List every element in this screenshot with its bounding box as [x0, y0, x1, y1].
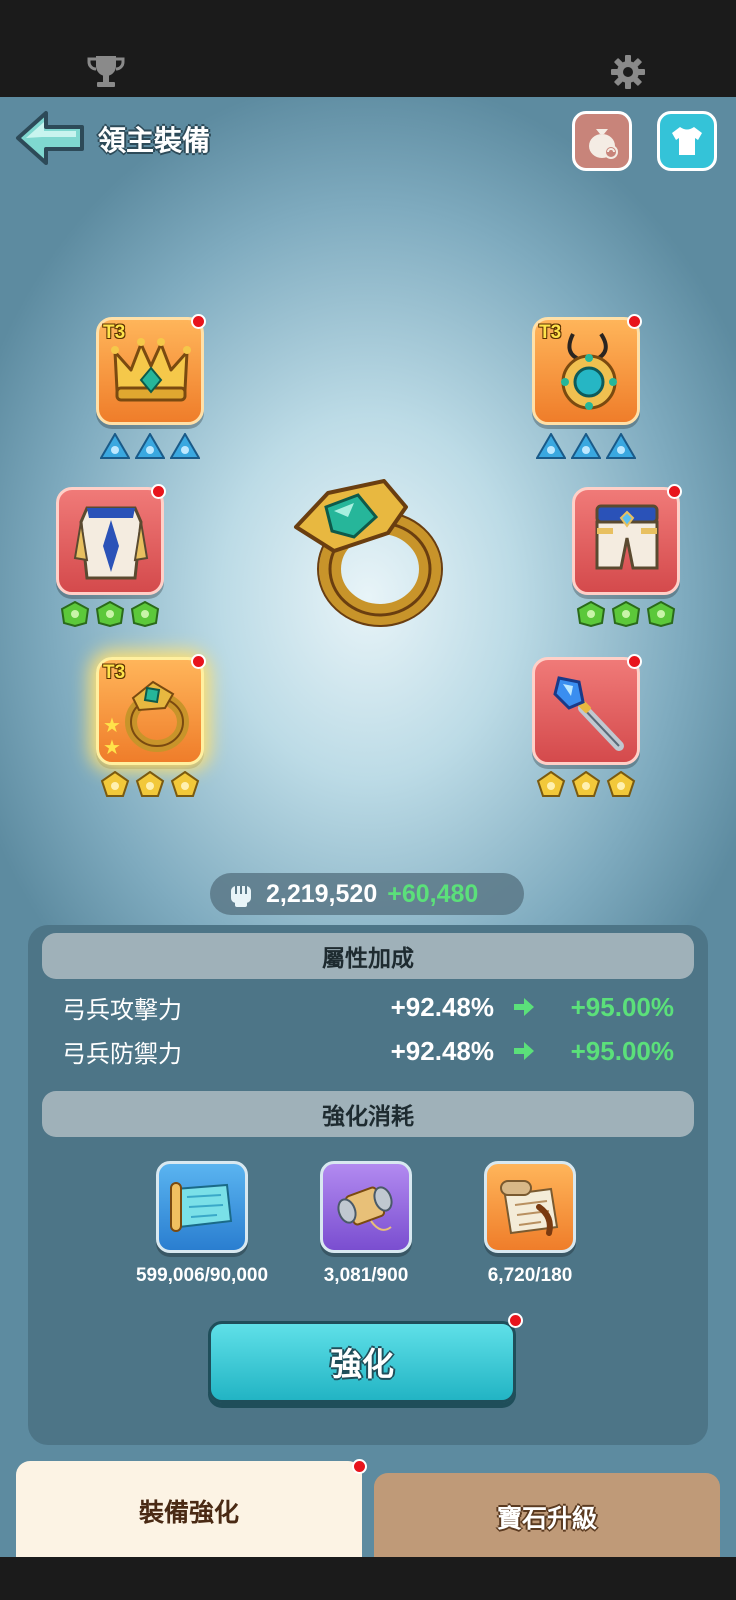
navigation-bar [0, 1557, 736, 1600]
header: 領主裝備 [0, 97, 736, 187]
tab-gem-upgrade[interactable]: 寶石升級 [374, 1473, 720, 1557]
pants-icon [595, 504, 659, 570]
equipment-screen: 領主裝備 T3 T3 T3 ★ ★ 2,219,520 +60,480 屬性加成… [0, 97, 736, 1557]
alert-dot [151, 484, 166, 499]
yellow-gem-icon [536, 771, 566, 797]
alert-dot [191, 654, 206, 669]
yellow-gem-icon [606, 771, 636, 797]
status-bar [0, 0, 736, 97]
gear-icon[interactable] [610, 54, 646, 90]
yellow-gem-icon [170, 771, 200, 797]
tier-badge: T3 [103, 322, 126, 343]
alert-dot [508, 1313, 523, 1328]
bag-icon [589, 129, 618, 159]
selected-ring-icon [294, 479, 443, 627]
blue-gem-icon [135, 433, 165, 459]
attribute-next: +95.00% [570, 991, 674, 1022]
cost-quantity: 6,720/180 [487, 1265, 573, 1286]
thread-spool-icon [320, 1161, 412, 1253]
scepter-gem-sockets [536, 771, 636, 797]
green-gem-icon [130, 601, 160, 627]
attribute-name: 弓兵攻擊力 [62, 996, 182, 1024]
trophy-icon[interactable] [86, 54, 126, 90]
tier-badge: T3 [539, 322, 562, 343]
fist-icon [231, 886, 251, 907]
yellow-gem-icon [100, 771, 130, 797]
yellow-gem-icon [571, 771, 601, 797]
alert-dot [191, 314, 206, 329]
attribute-next: +95.00% [570, 1035, 674, 1066]
cost-quantity: 599,006/90,000 [135, 1265, 269, 1286]
arrow-right-icon [494, 997, 554, 1017]
alert-dot [627, 314, 642, 329]
page-title: 領主裝備 [98, 125, 211, 156]
enhance-panel: 屬性加成 弓兵攻擊力 +92.48% +95.00% 弓兵防禦力 +92.48%… [28, 925, 708, 1445]
blue-gem-icon [606, 433, 636, 459]
attribute-current: +92.48% [390, 1035, 494, 1066]
crown-gem-sockets [100, 433, 200, 459]
tier-badge: T3 [103, 662, 126, 683]
cost-item[interactable]: 6,720/180 [450, 1161, 610, 1287]
enhance-button[interactable]: 強化 [208, 1321, 516, 1403]
power-value: 2,219,520 [266, 879, 378, 908]
cost-quantity: 3,081/900 [323, 1265, 409, 1286]
pants-gem-sockets [576, 601, 676, 627]
crown-slot[interactable]: T3 [96, 314, 206, 425]
alert-dot [352, 1459, 367, 1474]
attribute-current: +92.48% [390, 991, 494, 1022]
armor-gem-sockets [60, 601, 160, 627]
cost-item[interactable]: 3,081/900 [286, 1161, 446, 1287]
scepter-slot[interactable] [532, 654, 642, 765]
pants-slot[interactable] [572, 484, 682, 595]
resource-bag-button[interactable] [572, 111, 632, 171]
amulet-slot[interactable]: T3 [532, 314, 642, 425]
alert-dot [627, 654, 642, 669]
blue-gem-icon [100, 433, 130, 459]
alert-dot [667, 484, 682, 499]
armor-slot[interactable] [56, 484, 166, 595]
ring-gem-sockets [100, 771, 200, 797]
yellow-gem-icon [135, 771, 165, 797]
green-gem-icon [576, 601, 606, 627]
cost-header: 強化消耗 [42, 1091, 694, 1137]
outfit-button[interactable] [657, 111, 717, 171]
green-gem-icon [646, 601, 676, 627]
blue-gem-icon [571, 433, 601, 459]
power-delta: +60,480 [387, 879, 479, 908]
back-arrow-icon[interactable] [14, 109, 86, 167]
scepter-icon [553, 676, 624, 751]
shirt-icon [672, 127, 702, 155]
design-map-icon [484, 1161, 576, 1253]
arrow-right-icon [494, 1041, 554, 1061]
blueprint-scroll-icon [156, 1161, 248, 1253]
green-gem-icon [95, 601, 125, 627]
attribute-name: 弓兵防禦力 [62, 1040, 182, 1068]
attribute-row: 弓兵攻擊力 +92.48% +95.00% [62, 987, 674, 1027]
amulet-gem-sockets [536, 433, 636, 459]
armor-icon [73, 506, 149, 580]
attributes-header: 屬性加成 [42, 933, 694, 979]
blue-gem-icon [536, 433, 566, 459]
attribute-row: 弓兵防禦力 +92.48% +95.00% [62, 1031, 674, 1071]
cost-item[interactable]: 599,006/90,000 [122, 1161, 282, 1287]
ring-slot[interactable]: T3 ★ ★ [96, 654, 206, 765]
combat-power: 2,219,520 +60,480 [210, 873, 524, 915]
blue-gem-icon [170, 433, 200, 459]
green-gem-icon [611, 601, 641, 627]
tab-equipment-enhance[interactable]: 裝備強化 [16, 1461, 362, 1557]
green-gem-icon [60, 601, 90, 627]
star-icon: ★ [103, 715, 121, 737]
star-icon: ★ [103, 737, 121, 759]
